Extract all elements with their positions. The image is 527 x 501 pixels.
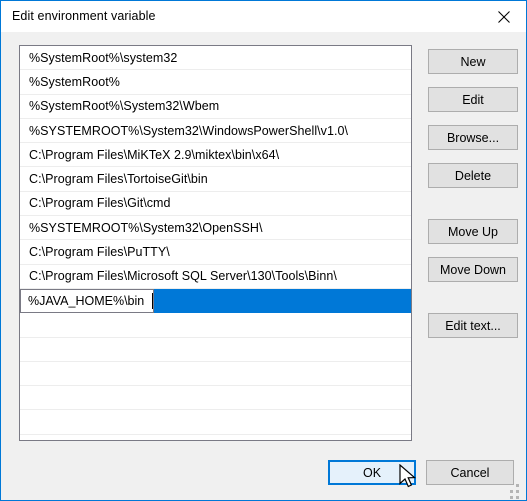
path-entry-row[interactable]: C:\Program Files\MiKTeX 2.9\miktex\bin\x… (20, 143, 411, 168)
title-bar: Edit environment variable (1, 1, 526, 32)
path-entry-text: C:\Program Files\PuTTY\ (29, 245, 170, 260)
empty-row[interactable] (20, 410, 411, 435)
path-entry-row[interactable]: C:\Program Files\Git\cmd (20, 191, 411, 217)
ok-button[interactable]: OK (328, 460, 416, 485)
path-entry-text: %SystemRoot% (29, 74, 120, 89)
grip-dot (516, 496, 519, 499)
grip-dot (516, 484, 519, 487)
path-entry-text: C:\Program Files\Git\cmd (29, 196, 171, 211)
moveup-button[interactable]: Move Up (428, 219, 518, 244)
path-entry-row[interactable]: %SYSTEMROOT%\System32\OpenSSH\ (20, 216, 411, 241)
empty-row[interactable] (20, 361, 411, 387)
close-icon[interactable] (481, 1, 526, 32)
delete-button[interactable]: Delete (428, 163, 518, 188)
empty-row[interactable] (20, 386, 411, 411)
path-entry-text: C:\Program Files\TortoiseGit\bin (29, 172, 208, 187)
dialog-title: Edit environment variable (12, 9, 156, 23)
path-entry-edit-input[interactable] (20, 288, 154, 313)
path-entry-row[interactable]: %SYSTEMROOT%\System32\WindowsPowerShell\… (20, 118, 411, 144)
path-entry-text: %SystemRoot%\System32\Wbem (29, 99, 220, 114)
edit-button[interactable]: Edit (428, 87, 518, 112)
path-entry-row[interactable]: %SystemRoot% (20, 70, 411, 95)
path-entry-row[interactable]: C:\Program Files\PuTTY\ (20, 240, 411, 265)
path-entry-row[interactable]: %SystemRoot%\System32\Wbem (20, 94, 411, 119)
empty-row[interactable] (20, 434, 411, 440)
new-button[interactable]: New (428, 49, 518, 74)
path-entry-text: C:\Program Files\MiKTeX 2.9\miktex\bin\x… (29, 147, 280, 162)
browse-button[interactable]: Browse... (428, 125, 518, 150)
empty-row[interactable] (20, 337, 411, 362)
path-entry-row[interactable]: %SystemRoot%\system32 (20, 46, 411, 71)
resize-grip[interactable] (510, 484, 522, 499)
cancel-button[interactable]: Cancel (426, 460, 514, 485)
edit-environment-variable-dialog: Edit environment variable %SystemRoot%\s… (0, 0, 527, 501)
path-entry-row-selected[interactable] (20, 288, 411, 314)
empty-row[interactable] (20, 313, 411, 338)
text-caret (152, 292, 153, 309)
path-entry-text: %SYSTEMROOT%\System32\OpenSSH\ (29, 220, 263, 235)
movedown-button[interactable]: Move Down (428, 257, 518, 282)
grip-dot (510, 496, 513, 499)
path-entry-text: %SYSTEMROOT%\System32\WindowsPowerShell\… (29, 123, 349, 138)
path-entry-text: C:\Program Files\Microsoft SQL Server\13… (29, 269, 337, 284)
edittext-button[interactable]: Edit text... (428, 313, 518, 338)
close-glyph (497, 10, 510, 23)
path-entry-row[interactable]: C:\Program Files\TortoiseGit\bin (20, 167, 411, 192)
grip-dot (516, 490, 519, 493)
path-entry-text: %SystemRoot%\system32 (29, 50, 178, 65)
grip-dot (510, 490, 513, 493)
path-entry-row[interactable]: C:\Program Files\Microsoft SQL Server\13… (20, 264, 411, 289)
path-entries-list[interactable]: %SystemRoot%\system32 %SystemRoot% %System… (19, 45, 412, 441)
